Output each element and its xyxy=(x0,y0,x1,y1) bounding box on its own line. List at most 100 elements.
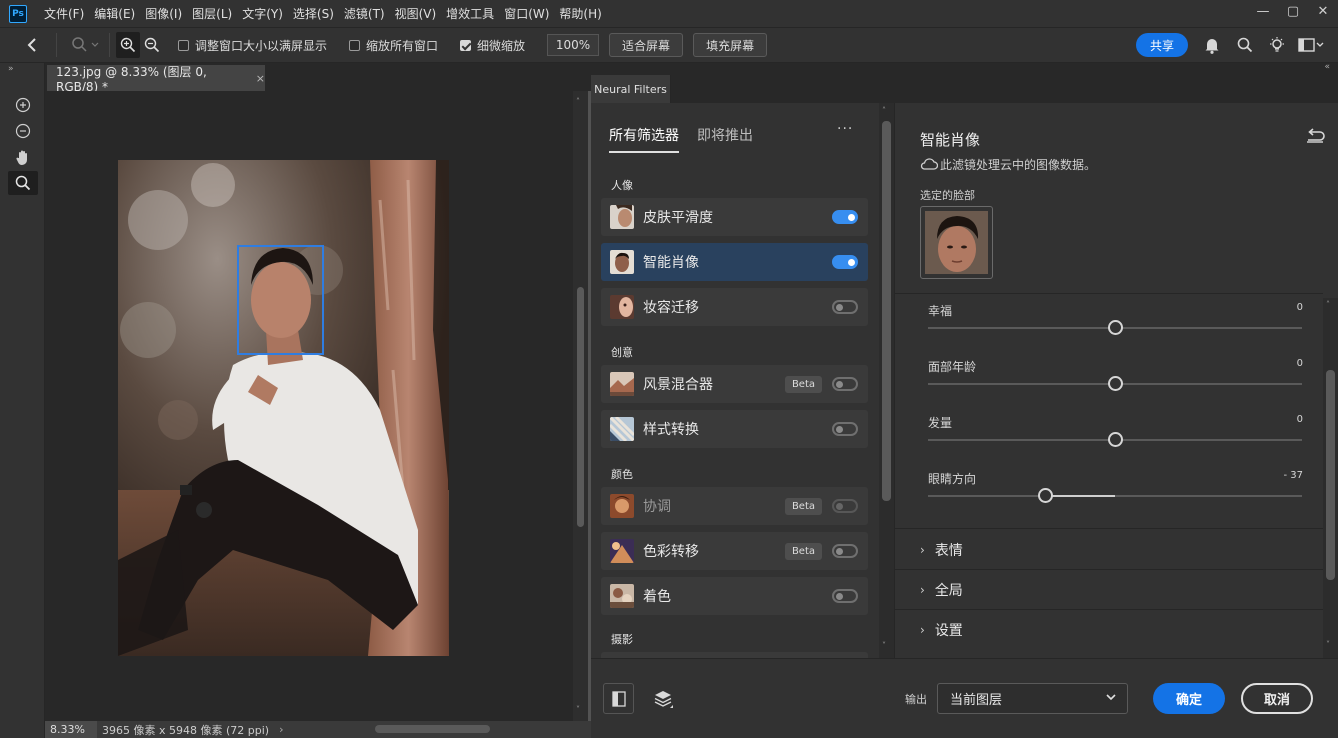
layers-preview-button[interactable] xyxy=(648,683,679,714)
menu-image[interactable]: 图像(I) xyxy=(140,5,187,22)
menu-edit[interactable]: 编辑(E) xyxy=(89,5,140,22)
settings-scrollbar[interactable]: ˄ ˅ xyxy=(1323,298,1338,658)
resize-windows-checkbox[interactable]: 调整窗口大小以满屏显示 xyxy=(178,37,327,54)
face-selection-box[interactable] xyxy=(237,245,324,355)
lightbulb-icon xyxy=(1270,37,1284,52)
collapse-icon[interactable]: » xyxy=(8,64,14,74)
filter-row-smart-portrait[interactable]: 智能肖像 xyxy=(601,243,868,281)
scroll-up-icon[interactable]: ˄ xyxy=(882,106,886,115)
section-global[interactable]: › 全局 xyxy=(895,570,1323,610)
filter-toggle[interactable] xyxy=(832,589,858,603)
filter-toggle[interactable] xyxy=(832,377,858,391)
zoom-in-button[interactable] xyxy=(116,32,140,58)
scrubby-zoom-checkbox[interactable]: 细微缩放 xyxy=(460,37,525,54)
menu-plugins[interactable]: 增效工具 xyxy=(441,5,499,22)
menu-file[interactable]: 文件(F) xyxy=(39,5,89,22)
slider-track-eye-direction[interactable] xyxy=(928,488,1302,503)
filter-row-harmonization[interactable]: 协调 Beta xyxy=(601,487,868,525)
zoom-out-button[interactable] xyxy=(140,32,164,58)
filter-row-skin-smoothing[interactable]: 皮肤平滑度 xyxy=(601,198,868,236)
menu-help[interactable]: 帮助(H) xyxy=(554,5,606,22)
slider-track-happiness[interactable] xyxy=(928,320,1302,335)
slider-track-face-age[interactable] xyxy=(928,376,1302,391)
filter-row-makeup-transfer[interactable]: 妆容迁移 xyxy=(601,288,868,326)
document-tab[interactable]: 123.jpg @ 8.33% (图层 0, RGB/8) * × xyxy=(47,65,265,94)
more-options-icon[interactable]: ··· xyxy=(837,121,853,137)
menu-filter[interactable]: 滤镜(T) xyxy=(339,5,390,22)
filter-row-color-transfer[interactable]: 色彩转移 Beta xyxy=(601,532,868,570)
selected-face-thumbnail[interactable] xyxy=(920,206,993,279)
slider-handle[interactable] xyxy=(1038,488,1054,503)
workspace-button[interactable] xyxy=(1296,35,1326,55)
output-select[interactable]: 当前图层 xyxy=(937,683,1128,714)
filter-toggle[interactable] xyxy=(832,422,858,436)
cancel-button[interactable]: 取消 xyxy=(1241,683,1313,714)
section-expression[interactable]: › 表情 xyxy=(895,530,1323,570)
canvas-vertical-scrollbar[interactable]: ˄ ˅ xyxy=(573,91,588,721)
scroll-down-icon[interactable]: ˅ xyxy=(1326,640,1330,649)
close-tab-icon[interactable]: × xyxy=(256,72,265,85)
menu-window[interactable]: 窗口(W) xyxy=(499,5,554,22)
reset-button[interactable] xyxy=(1305,128,1325,148)
menu-layer[interactable]: 图层(L) xyxy=(187,5,237,22)
menu-select[interactable]: 选择(S) xyxy=(288,5,339,22)
neural-filters-tab-bar: Neural Filters xyxy=(591,75,1338,103)
minimize-button[interactable]: — xyxy=(1248,0,1278,22)
filter-row-landscape-mixer[interactable]: 风景混合器 Beta xyxy=(601,365,868,403)
back-button[interactable] xyxy=(18,32,46,58)
slider-handle[interactable] xyxy=(1107,320,1123,335)
search-button[interactable] xyxy=(1235,35,1255,55)
filter-toggle[interactable] xyxy=(832,544,858,558)
horizontal-scrollbar-thumb[interactable] xyxy=(375,725,490,733)
filter-toggle[interactable] xyxy=(832,255,858,269)
scroll-down-icon[interactable]: ˅ xyxy=(576,705,580,714)
notifications-button[interactable] xyxy=(1202,35,1222,55)
filter-toggle[interactable] xyxy=(832,300,858,314)
canvas-area[interactable] xyxy=(45,91,588,721)
tab-all-filters[interactable]: 所有筛选器 xyxy=(609,125,679,153)
share-button[interactable]: 共享 xyxy=(1136,33,1188,57)
status-zoom[interactable]: 8.33% xyxy=(45,721,97,738)
menu-view[interactable]: 视图(V) xyxy=(390,5,442,22)
filter-row-style-transfer[interactable]: 样式转换 xyxy=(601,410,868,448)
zoom-all-windows-checkbox[interactable]: 缩放所有窗口 xyxy=(349,37,438,54)
checkbox-box-checked xyxy=(460,39,472,51)
workspace-icon xyxy=(1298,38,1324,52)
slider-handle[interactable] xyxy=(1107,432,1123,447)
filter-title: 智能肖像 xyxy=(920,131,981,149)
zoom-tool-preset[interactable] xyxy=(67,32,103,58)
filter-toggle[interactable] xyxy=(832,210,858,224)
slider-track-hair[interactable] xyxy=(928,432,1302,447)
menu-type[interactable]: 文字(Y) xyxy=(237,5,288,22)
section-settings[interactable]: › 设置 xyxy=(895,610,1323,650)
neural-filters-tab[interactable]: Neural Filters xyxy=(591,75,671,103)
zoom-tool[interactable] xyxy=(8,171,38,195)
scroll-up-icon[interactable]: ˄ xyxy=(576,97,580,106)
hand-tool[interactable] xyxy=(8,145,38,169)
fill-screen-button[interactable]: 填充屏幕 xyxy=(693,33,768,57)
fit-screen-button[interactable]: 适合屏幕 xyxy=(609,33,684,57)
scroll-down-icon[interactable]: ˅ xyxy=(882,641,886,650)
zoom-value-field[interactable]: 100% xyxy=(547,34,600,56)
scrollbar-thumb[interactable] xyxy=(882,121,891,501)
ok-button[interactable]: 确定 xyxy=(1153,683,1225,714)
discover-button[interactable] xyxy=(1267,35,1287,55)
collapse-panels-icon[interactable]: « xyxy=(1324,62,1330,72)
scrollbar-thumb[interactable] xyxy=(577,287,584,527)
zoom-out-tool[interactable] xyxy=(8,119,38,143)
zoom-in-tool[interactable] xyxy=(8,93,38,117)
preview-toggle-button[interactable] xyxy=(603,683,634,714)
scroll-up-icon[interactable]: ˄ xyxy=(1326,300,1330,309)
filter-row-colorize[interactable]: 着色 xyxy=(601,577,868,615)
close-window-button[interactable]: ✕ xyxy=(1308,0,1338,22)
scrollbar-thumb[interactable] xyxy=(1326,370,1335,580)
status-bar: 8.33% 3965 像素 x 5948 像素 (72 ppi) › xyxy=(45,721,591,738)
filter-toggle[interactable] xyxy=(832,499,858,513)
beta-badge: Beta xyxy=(784,376,822,393)
slider-handle[interactable] xyxy=(1107,376,1123,391)
restore-button[interactable]: ▢ xyxy=(1278,0,1308,22)
tab-coming-soon[interactable]: 即将推出 xyxy=(697,125,753,153)
filter-list-scrollbar[interactable]: ˄ ˅ xyxy=(879,103,894,658)
slider-value-eye-direction: - 37 xyxy=(1283,470,1303,481)
status-menu-arrow[interactable]: › xyxy=(279,723,283,736)
